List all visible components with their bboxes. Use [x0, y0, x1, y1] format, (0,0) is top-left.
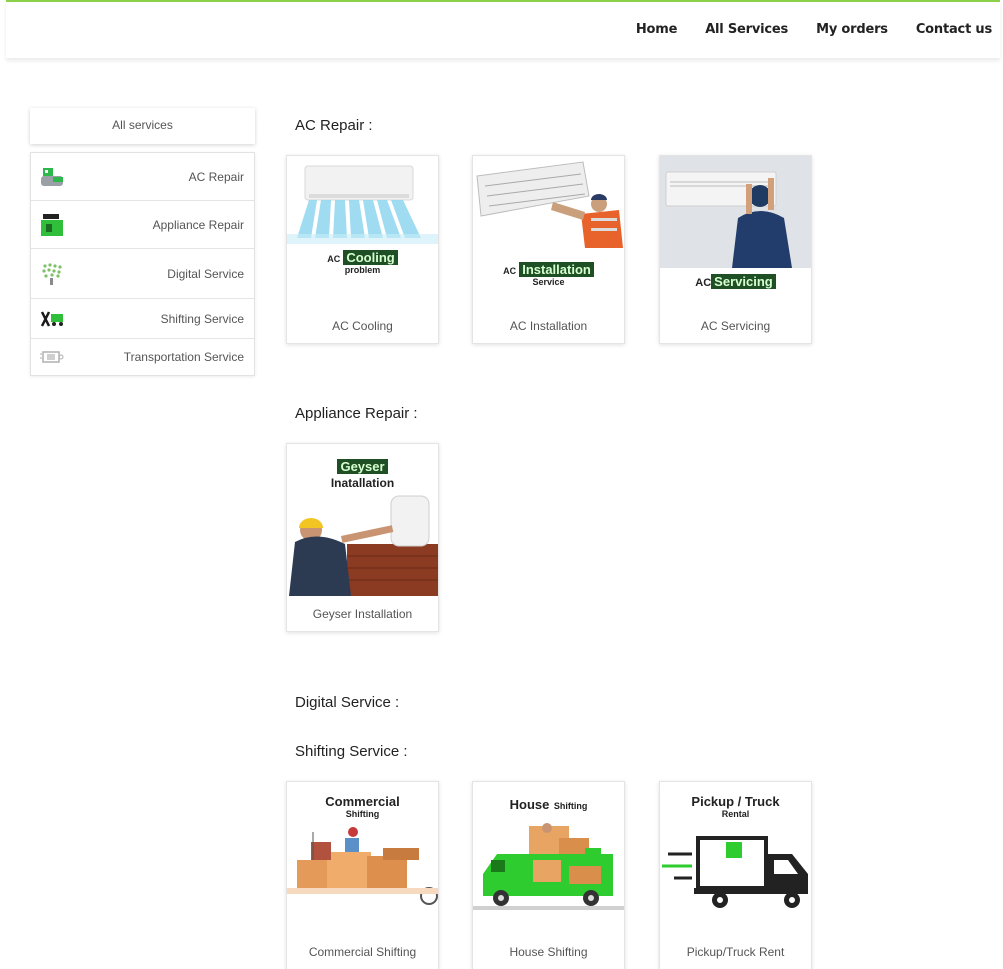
sidebar-header: All services [30, 108, 255, 144]
ac-cooling-sub: problem [344, 265, 381, 275]
service-card-commercial-shifting[interactable]: Commercial Shifting Commercial Shifting [286, 781, 439, 969]
sidebar-list: AC Repair Appliance Repair Digital Servi… [30, 152, 255, 376]
appliance-repair-icon [41, 213, 63, 236]
sidebar-item-ac-repair[interactable]: AC Repair [31, 153, 254, 201]
transportation-service-icon [40, 351, 64, 363]
ac-repair-icon [41, 167, 63, 186]
main-nav: Home All Services My orders Contact us [608, 22, 992, 37]
service-card-geyser-installation[interactable]: Geyser Inatallation Geyser Installation [286, 443, 439, 632]
card-label: Commercial Shifting [308, 945, 417, 959]
sidebar-item-label: Transportation Service [123, 350, 244, 364]
sidebar-item-label: Shifting Service [160, 311, 244, 326]
card-label: House Shifting [509, 945, 588, 959]
ac-servicing-prefix: AC [695, 277, 712, 289]
sidebar-item-label: AC Repair [188, 169, 244, 184]
sidebar-item-label: Appliance Repair [152, 217, 244, 232]
geyser-installation-image: Geyser Inatallation [287, 444, 438, 596]
card-label: Pickup/Truck Rent [686, 945, 785, 959]
section-title-digital-service: Digital Service : [295, 694, 400, 711]
nav-home[interactable]: Home [636, 22, 678, 37]
section-title-appliance-repair: Appliance Repair : [295, 405, 418, 422]
card-label: Geyser Installation [312, 607, 413, 621]
sidebar-item-transportation-service[interactable]: Transportation Service [31, 339, 254, 375]
ac-installation-image: AC Installation Service [473, 156, 624, 296]
ac-installation-tag: Installation [519, 262, 594, 277]
ac-installation-sub: Service [532, 277, 565, 287]
house-shifting-image: House Shifting [473, 782, 624, 922]
section-title-ac-repair: AC Repair : [295, 117, 373, 134]
sidebar-item-shifting-service[interactable]: Shifting Service [31, 299, 254, 339]
nav-all-services[interactable]: All Services [705, 22, 788, 37]
ac-installation-prefix: AC [503, 266, 517, 276]
card-label: AC Cooling [332, 319, 393, 333]
top-navbar: Home All Services My orders Contact us [6, 0, 1000, 58]
card-label: AC Installation [509, 319, 588, 333]
sidebar-item-appliance-repair[interactable]: Appliance Repair [31, 201, 254, 249]
card-label: AC Servicing [700, 319, 771, 333]
service-card-house-shifting[interactable]: House Shifting House Shifting [472, 781, 625, 969]
ac-servicing-image: AC Servicing [660, 156, 811, 296]
sidebar-item-digital-service[interactable]: Digital Service [31, 249, 254, 299]
section-title-shifting-service: Shifting Service : [295, 743, 408, 760]
pickup-truck-image: Pickup / Truck Rental [660, 782, 811, 922]
service-card-pickup-truck[interactable]: Pickup / Truck Rental Pickup/Truck Rent [659, 781, 812, 969]
ac-servicing-tag: Servicing [711, 274, 776, 289]
service-card-ac-servicing[interactable]: AC Servicing AC Servicing [659, 155, 812, 344]
nav-contact[interactable]: Contact us [916, 22, 992, 37]
ac-cooling-image: AC Cooling problem [287, 156, 438, 296]
nav-my-orders[interactable]: My orders [816, 22, 888, 37]
services-sidebar: All services AC Repair Appliance Repair [30, 108, 255, 376]
ac-cooling-prefix: AC [327, 254, 341, 264]
shifting-service-icon [40, 310, 63, 327]
commercial-shifting-image: Commercial Shifting [287, 782, 438, 922]
service-card-ac-installation[interactable]: AC Installation Service AC Installation [472, 155, 625, 344]
service-card-ac-cooling[interactable]: AC Cooling problem AC Cooling [286, 155, 439, 344]
ac-cooling-tag: Cooling [343, 250, 398, 265]
digital-service-icon [42, 262, 62, 285]
sidebar-item-label: Digital Service [167, 266, 244, 281]
